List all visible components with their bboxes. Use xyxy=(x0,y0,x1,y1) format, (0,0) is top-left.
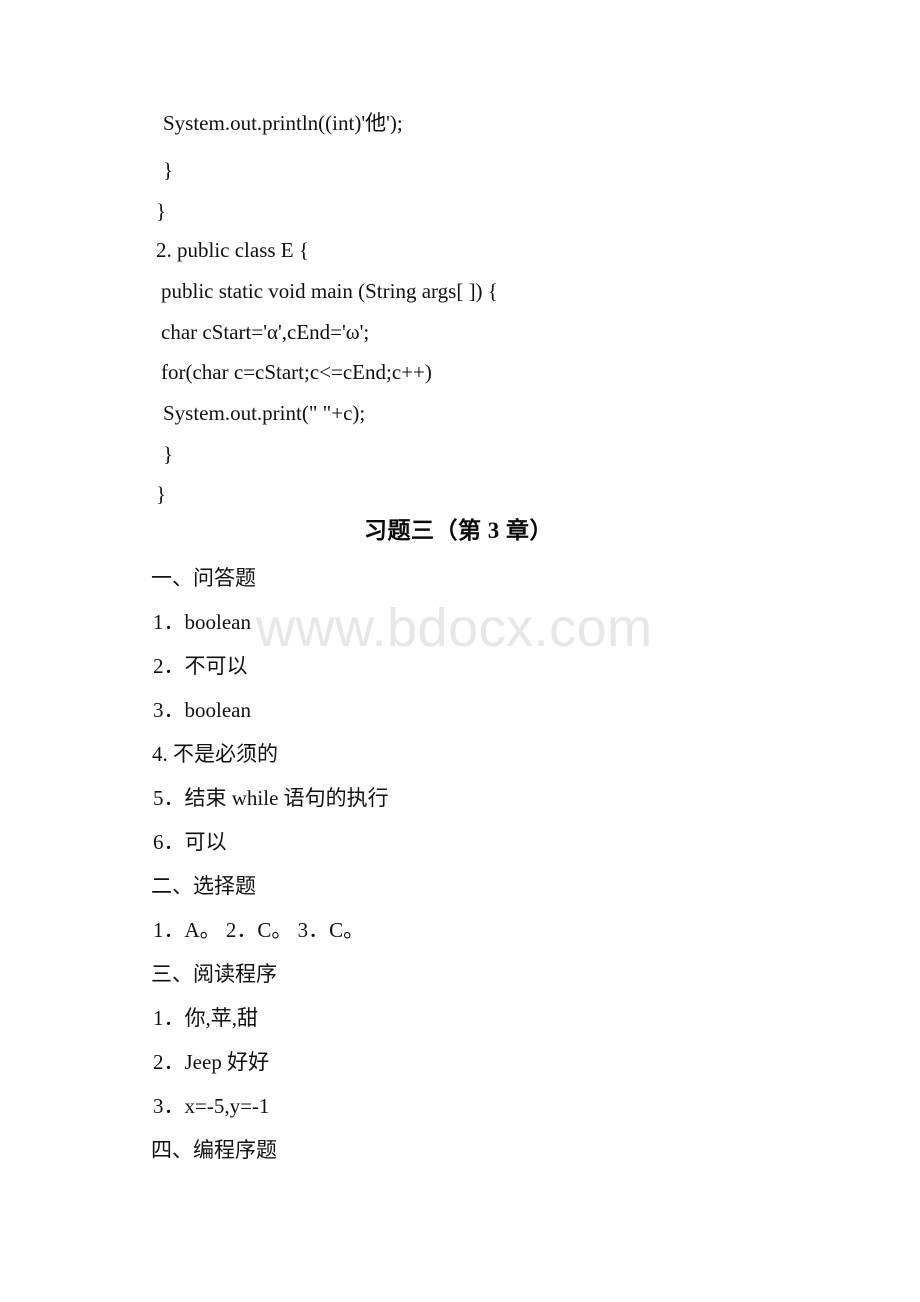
answer-item: 1．A。 2．C。 3．C。 xyxy=(153,918,365,942)
answer-item: 4. 不是必须的 xyxy=(152,742,278,766)
code-line: System.out.println((int)'他'); xyxy=(163,111,403,135)
code-line: System.out.print(" "+c); xyxy=(163,401,366,425)
answer-item: 3．boolean xyxy=(153,698,251,722)
answer-item: 6．可以 xyxy=(153,830,227,854)
code-line: } xyxy=(156,482,167,506)
code-line: } xyxy=(163,442,174,466)
code-line: } xyxy=(156,199,167,223)
code-line: 2. public class E { xyxy=(156,238,309,262)
page-title: 习题三（第 3 章） xyxy=(364,518,553,543)
answer-item: 1．boolean xyxy=(153,610,251,634)
watermark-text: www.bdocx.com xyxy=(256,598,653,658)
section-heading: 一、问答题 xyxy=(151,566,256,590)
section-heading: 四、编程序题 xyxy=(151,1138,277,1162)
code-line: for(char c=cStart;c<=cEnd;c++) xyxy=(161,360,432,384)
answer-item: 2．不可以 xyxy=(153,654,248,678)
answer-item: 3．x=-5,y=-1 xyxy=(153,1094,270,1118)
document-page: www.bdocx.com System.out.println((int)'他… xyxy=(0,0,920,1302)
code-line: char cStart='α',cEnd='ω'; xyxy=(161,320,370,344)
answer-item: 5．结束 while 语句的执行 xyxy=(153,786,389,810)
code-line: public static void main (String args[ ])… xyxy=(161,279,498,303)
code-line: } xyxy=(163,158,174,182)
section-heading: 二、选择题 xyxy=(151,874,256,898)
answer-item: 1．你,苹,甜 xyxy=(153,1006,258,1030)
section-heading: 三、阅读程序 xyxy=(151,962,277,986)
answer-item: 2．Jeep 好好 xyxy=(153,1050,270,1074)
